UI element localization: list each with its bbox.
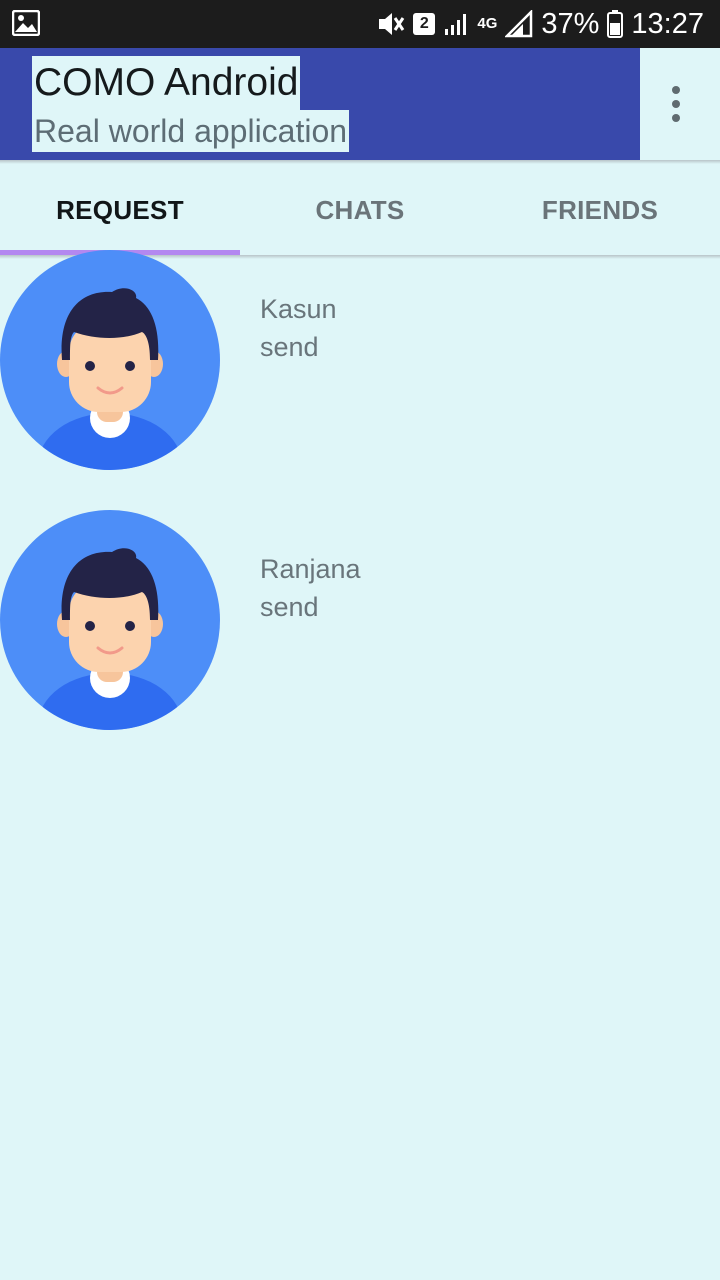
list-item[interactable]: Ranjana send	[0, 510, 720, 730]
tab-bar: REQUEST CHATS FRIENDS	[0, 164, 720, 256]
request-name: Kasun	[260, 294, 337, 324]
tab-chats[interactable]: CHATS	[240, 164, 480, 256]
network-type-label: 4G	[477, 15, 498, 32]
overflow-dot	[672, 86, 680, 94]
tab-request[interactable]: REQUEST	[0, 164, 240, 256]
signal-strength-icon	[505, 10, 533, 38]
sim-slot-icon: 2	[413, 13, 436, 35]
tab-friends[interactable]: FRIENDS	[480, 164, 720, 256]
status-bar: 2 4G 37% 13:27	[0, 0, 720, 48]
vibrate-icon	[379, 13, 405, 35]
overflow-dot	[672, 114, 680, 122]
request-name: Ranjana	[260, 554, 361, 584]
gallery-icon	[12, 10, 40, 36]
request-status: send	[260, 592, 319, 622]
battery-icon	[607, 10, 624, 38]
signal-icon	[445, 14, 467, 35]
user-avatar-icon	[0, 250, 220, 470]
list-item[interactable]: Kasun send	[0, 250, 720, 470]
app-title: COMO Android	[32, 56, 301, 110]
app-subtitle: Real world application	[32, 110, 350, 152]
app-bar: COMO Android Real world application	[0, 48, 720, 160]
user-avatar-icon	[0, 510, 220, 730]
overflow-dot	[672, 100, 680, 108]
battery-percent: 37%	[541, 7, 600, 40]
request-status: send	[260, 332, 319, 362]
clock: 13:27	[631, 7, 704, 40]
more-vert-icon[interactable]	[656, 82, 696, 126]
